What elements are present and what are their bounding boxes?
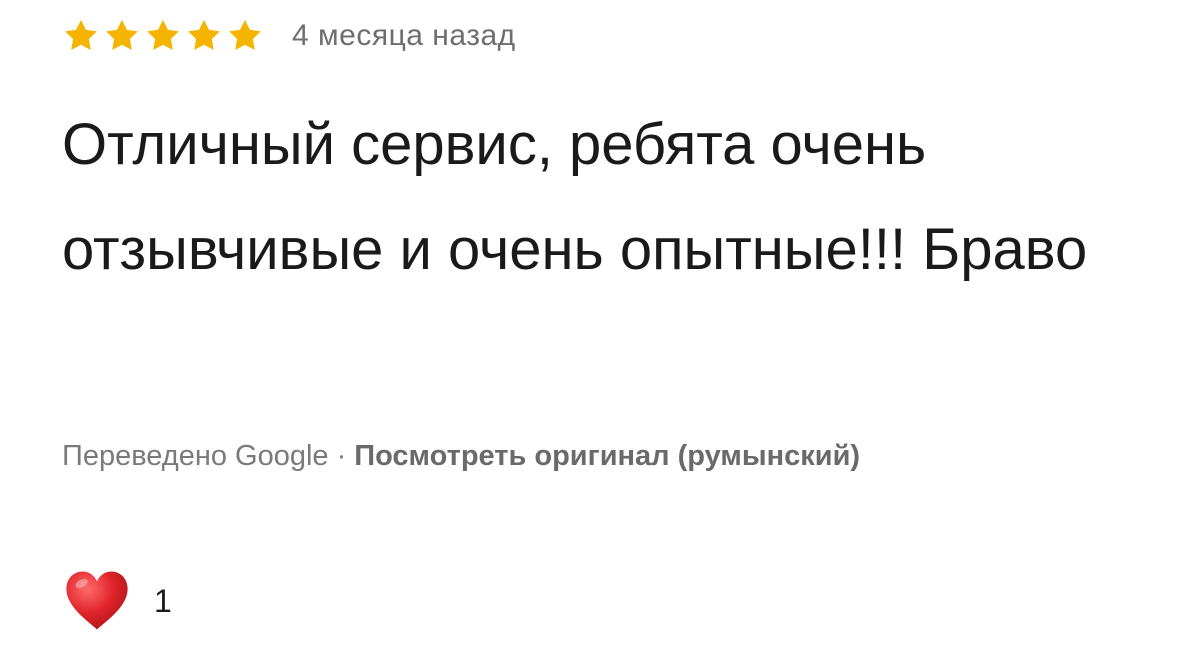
star-icon xyxy=(147,19,179,50)
reaction-row: 1 xyxy=(62,568,172,634)
star-icon xyxy=(188,19,220,50)
review-text: Отличный сервис, ребята очень отзывчивые… xyxy=(62,112,1088,282)
like-count: 1 xyxy=(154,582,172,619)
translated-label: Переведено Google xyxy=(62,440,329,472)
separator: · xyxy=(336,440,347,472)
star-rating xyxy=(62,17,264,55)
review-meta: 4 месяца назад xyxy=(62,14,516,58)
view-original-link[interactable]: Посмотреть оригинал (румынский) xyxy=(354,440,860,472)
star-icon xyxy=(229,19,261,50)
review-card: 4 месяца назад Отличный сервис, ребята о… xyxy=(0,0,1179,668)
star-icon xyxy=(106,19,138,50)
review-date: 4 месяца назад xyxy=(292,19,516,52)
star-icon xyxy=(65,19,97,50)
translation-info: Переведено Google · Посмотреть оригинал (р… xyxy=(62,440,860,473)
heart-icon[interactable] xyxy=(62,568,132,634)
